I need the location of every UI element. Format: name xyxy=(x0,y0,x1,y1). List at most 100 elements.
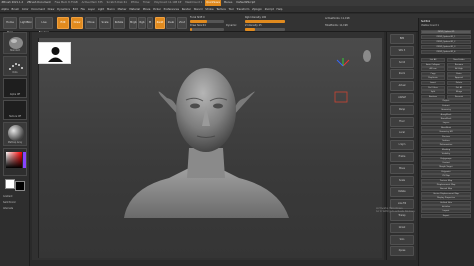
menu-stroke[interactable]: Stroke xyxy=(204,6,215,12)
action-split[interactable]: Split xyxy=(421,90,445,95)
menu-alpha[interactable]: Alpha xyxy=(0,6,10,12)
zsub-button[interactable]: Zsub xyxy=(166,17,176,29)
action-copy[interactable]: Copy xyxy=(421,71,445,76)
subtool-item[interactable]: PM3D_Sphere3D_1 xyxy=(421,35,471,39)
menu-dynamics[interactable]: Dynamics xyxy=(56,6,72,12)
action-new-folder[interactable]: New Folder xyxy=(447,58,471,62)
menu-marker[interactable]: Marker xyxy=(116,6,128,12)
action-morph-target[interactable]: Morph Target xyxy=(421,165,471,170)
shelf-button-aahalf[interactable]: AAHalf xyxy=(390,93,414,103)
shelf-button-frame[interactable]: Frame xyxy=(390,152,414,162)
menu-zplugin[interactable]: Zplugin xyxy=(251,6,264,12)
action-list-all[interactable]: List All xyxy=(421,58,445,62)
menu-layer[interactable]: Layer xyxy=(86,6,96,12)
action-normal-map[interactable]: Normal Map xyxy=(421,187,471,192)
action-del-other[interactable]: Del Other xyxy=(421,85,445,90)
shelf-button-move[interactable]: Move xyxy=(390,163,414,174)
move-button[interactable]: Move xyxy=(85,17,97,29)
action-all-high[interactable]: All High xyxy=(447,67,471,72)
menu-preferences[interactable]: Preferences xyxy=(162,6,180,12)
action-geometry[interactable]: Geometry xyxy=(421,108,471,113)
zcut-button[interactable]: Zcut xyxy=(177,17,187,29)
main-color-swatch[interactable] xyxy=(5,179,15,189)
zadd-button[interactable]: Zadd xyxy=(155,17,165,29)
focal-shift-slider[interactable] xyxy=(190,20,224,23)
action-nanomesh[interactable]: NanoMesh xyxy=(421,117,471,121)
scale-button[interactable]: Scale xyxy=(99,17,111,29)
menu-movie[interactable]: Movie xyxy=(141,6,151,12)
shelf-button-ghost[interactable]: Ghost xyxy=(390,222,414,233)
menu-light[interactable]: Light xyxy=(96,6,105,12)
stroke-picker[interactable]: Dots xyxy=(3,56,27,76)
action-delete[interactable]: Delete xyxy=(447,81,471,85)
menu-texture[interactable]: Texture xyxy=(215,6,227,12)
action-duplicate[interactable]: Duplicate xyxy=(421,76,445,81)
shelf-button-bpr[interactable]: BPR xyxy=(390,34,414,44)
orientation-gizmo[interactable] xyxy=(336,50,371,67)
menu-file[interactable]: File xyxy=(79,6,86,12)
menu-macro[interactable]: Macro xyxy=(106,6,117,12)
action-displacement[interactable]: Displacement Map xyxy=(421,183,471,187)
action-unified-skin[interactable]: Unified Skin xyxy=(421,200,471,205)
menu-transform[interactable]: Transform xyxy=(235,6,251,12)
shelf-button-spix-3[interactable]: SPix 3 xyxy=(390,45,414,56)
secondary-color-swatch[interactable] xyxy=(15,181,25,191)
menu-render[interactable]: Render xyxy=(180,6,192,12)
subtool-item[interactable]: PM3D_Sphere3D_4 xyxy=(421,50,471,54)
rgb-button[interactable]: Rgb xyxy=(138,17,146,29)
menu-zscript[interactable]: Zscript xyxy=(263,6,275,12)
shelf-button-zoom[interactable]: Zoom xyxy=(390,69,414,80)
action-masking[interactable]: Masking xyxy=(421,147,471,152)
action-project[interactable]: Project xyxy=(421,99,471,104)
rotate-button[interactable]: Rotate xyxy=(113,17,125,29)
action-remesh[interactable]: Remesh xyxy=(447,94,471,99)
action-layers[interactable]: Layers xyxy=(421,121,471,126)
action-auto-collapse[interactable]: Auto Collapse xyxy=(421,62,445,67)
material-picker[interactable]: MatCap Gray xyxy=(3,122,27,146)
action-contact[interactable]: Contact xyxy=(421,161,471,165)
action-export[interactable]: Export xyxy=(421,213,471,218)
menu-draw[interactable]: Draw xyxy=(46,6,56,12)
action-append[interactable]: Append xyxy=(447,76,471,81)
action-geometry-hd[interactable]: Geometry HD xyxy=(421,130,471,135)
edit-button[interactable]: Edit xyxy=(57,17,69,29)
action-vector-disp[interactable]: Vector Displacement Map xyxy=(421,191,471,196)
menu-brush[interactable]: Brush xyxy=(10,6,20,12)
menu-edit[interactable]: Edit xyxy=(71,6,79,12)
shelf-button-local[interactable]: Local xyxy=(390,128,414,139)
shelf-button-scale[interactable]: Scale xyxy=(390,175,414,186)
action-uv-map[interactable]: UV Map xyxy=(421,174,471,179)
subtool-item[interactable]: PM3D_Sphere3D_2 xyxy=(421,40,471,44)
texture-picker[interactable]: Texture Off xyxy=(3,100,27,120)
action-polygroups[interactable]: Polygroups xyxy=(421,156,471,161)
menu-help[interactable]: Help xyxy=(275,6,284,12)
shelf-button-xpose[interactable]: Xpose xyxy=(390,246,414,257)
action-boolean[interactable]: Boolean xyxy=(421,94,445,99)
color-picker[interactable] xyxy=(3,148,27,176)
color-swatches[interactable] xyxy=(3,178,27,192)
shelf-button-l-sym[interactable]: L.Sym xyxy=(390,140,414,151)
action-insert[interactable]: Insert xyxy=(421,81,445,85)
subtool-item[interactable]: PM3D_Sphere3D_3 xyxy=(421,45,471,49)
action-extract[interactable]: Extract xyxy=(421,103,471,108)
subtool-header[interactable]: SubTool xyxy=(421,20,430,23)
action-preview[interactable]: Preview xyxy=(421,134,471,139)
action-rename[interactable]: Rename xyxy=(447,62,471,67)
shelf-button-scroll[interactable]: Scroll xyxy=(390,57,414,68)
action-texture-map[interactable]: Texture Map xyxy=(421,178,471,183)
action-initialize[interactable]: Initialize xyxy=(421,205,471,209)
shelf-button-actual[interactable]: Actual xyxy=(390,81,414,92)
alpha-picker[interactable]: Alpha Off xyxy=(3,78,27,98)
shelf-button-persp[interactable]: Persp xyxy=(390,104,414,115)
action-arraymesh[interactable]: ArrayMesh xyxy=(421,112,471,117)
dynamic-toggle[interactable]: Dynamic xyxy=(226,24,237,27)
action-import[interactable]: Import xyxy=(421,209,471,214)
document-canvas[interactable] xyxy=(38,38,382,258)
menu-stencil[interactable]: Stencil xyxy=(192,6,204,12)
shelf-button-rotate[interactable]: Rotate xyxy=(390,187,414,198)
draw-size-slider[interactable] xyxy=(190,28,224,31)
shelf-button-solo[interactable]: Solo xyxy=(390,234,414,245)
draw-button[interactable]: Draw xyxy=(71,17,83,29)
home-page-button[interactable]: Home Page xyxy=(3,17,17,34)
action-surface[interactable]: Surface xyxy=(421,139,471,143)
